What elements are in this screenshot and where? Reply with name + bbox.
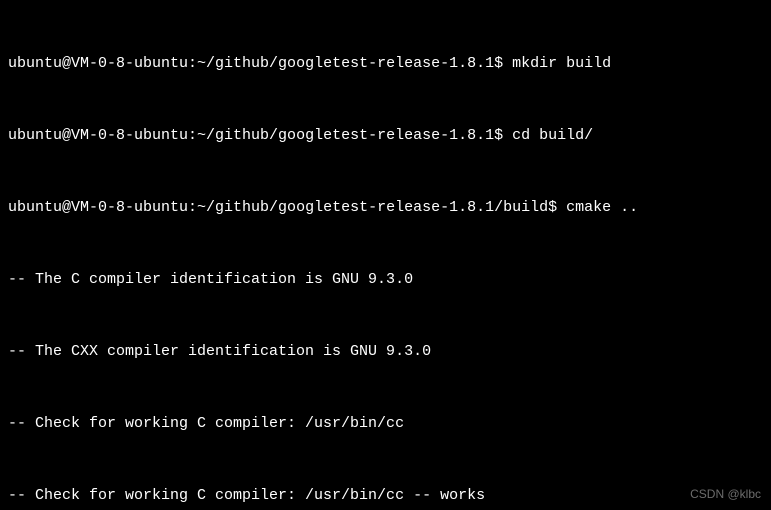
prompt-user: ubuntu@VM-0-8-ubuntu — [8, 55, 188, 72]
command-text: mkdir build — [512, 55, 611, 72]
watermark: CSDN @klbc — [690, 485, 761, 504]
prompt-path: ~/github/googletest-release-1.8.1 — [197, 127, 494, 144]
output-line: -- Check for working C compiler: /usr/bi… — [8, 412, 763, 436]
prompt-user: ubuntu@VM-0-8-ubuntu — [8, 127, 188, 144]
command-text: cmake .. — [566, 199, 638, 216]
prompt-line: ubuntu@VM-0-8-ubuntu:~/github/googletest… — [8, 196, 763, 220]
terminal-window[interactable]: ubuntu@VM-0-8-ubuntu:~/github/googletest… — [0, 0, 771, 510]
prompt-line: ubuntu@VM-0-8-ubuntu:~/github/googletest… — [8, 124, 763, 148]
prompt-line: ubuntu@VM-0-8-ubuntu:~/github/googletest… — [8, 52, 763, 76]
output-line: -- Check for working C compiler: /usr/bi… — [8, 484, 763, 508]
prompt-path: ~/github/googletest-release-1.8.1/build — [197, 199, 548, 216]
output-line: -- The CXX compiler identification is GN… — [8, 340, 763, 364]
command-text: cd build/ — [512, 127, 593, 144]
prompt-user: ubuntu@VM-0-8-ubuntu — [8, 199, 188, 216]
prompt-path: ~/github/googletest-release-1.8.1 — [197, 55, 494, 72]
output-line: -- The C compiler identification is GNU … — [8, 268, 763, 292]
